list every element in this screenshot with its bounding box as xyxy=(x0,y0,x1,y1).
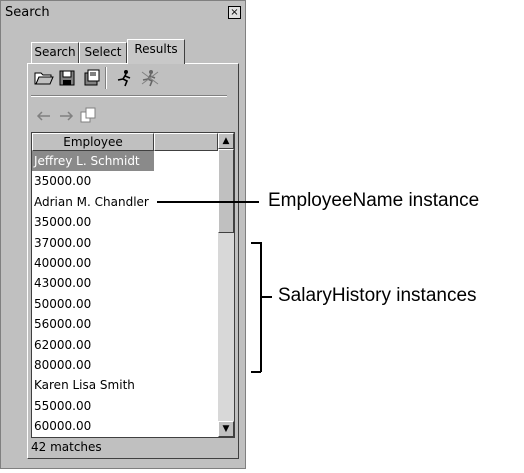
vertical-scrollbar[interactable]: ▲ ▼ xyxy=(218,133,234,437)
search-panel: Search × Search Select Results Employee … xyxy=(0,0,246,469)
list-item[interactable]: 37000.00 xyxy=(32,233,218,253)
list-item[interactable]: 43000.00 xyxy=(32,273,218,293)
window-title: Search xyxy=(5,5,50,20)
list-item[interactable]: 35000.00 xyxy=(32,171,218,191)
results-list[interactable]: Employee Jeffrey L. Schmidt 35000.00 Adria… xyxy=(31,132,235,438)
column-header-employee[interactable]: Employee xyxy=(32,133,154,151)
scroll-down-icon[interactable]: ▼ xyxy=(218,421,234,437)
list-item[interactable]: 60000.00 xyxy=(32,416,218,436)
scroll-thumb[interactable] xyxy=(218,149,234,233)
list-item[interactable]: 35000.00 xyxy=(32,212,218,232)
results-rows: Jeffrey L. Schmidt 35000.00 Adrian M. Chan… xyxy=(32,151,218,436)
match-count: 42 matches xyxy=(31,440,102,454)
list-item[interactable]: 62000.00 xyxy=(32,335,218,355)
tab-select[interactable]: Select xyxy=(79,42,127,63)
scroll-up-icon[interactable]: ▲ xyxy=(218,133,234,149)
list-item[interactable]: 56000.00 xyxy=(32,314,218,334)
salary-history-annotation: SalaryHistory instances xyxy=(278,285,477,306)
list-item[interactable]: Jeffrey L. Schmidt xyxy=(32,151,154,172)
list-item[interactable]: 55000.00 xyxy=(32,396,218,416)
forward-arrow-icon[interactable] xyxy=(55,105,77,127)
tab-search[interactable]: Search xyxy=(31,42,79,63)
column-header-empty[interactable] xyxy=(154,133,218,151)
bracket-bottom xyxy=(251,371,261,373)
bracket-pointer xyxy=(260,296,272,298)
copy-pages-icon[interactable] xyxy=(77,104,99,126)
list-item[interactable]: 40000.00 xyxy=(32,253,218,273)
list-item[interactable]: Karen Lisa Smith xyxy=(32,375,218,395)
employee-name-leader-line xyxy=(157,201,259,203)
list-item[interactable]: 50000.00 xyxy=(32,294,218,314)
run-icon[interactable] xyxy=(113,67,135,89)
toolbar-divider xyxy=(31,95,227,97)
toolbar-separator xyxy=(105,67,107,89)
tab-results[interactable]: Results xyxy=(127,39,185,64)
save-all-icon[interactable] xyxy=(81,67,103,89)
save-disk-icon[interactable] xyxy=(56,67,78,89)
close-icon[interactable]: × xyxy=(228,6,241,19)
bracket-vertical xyxy=(260,242,262,372)
open-folder-icon[interactable] xyxy=(33,67,55,89)
title-bar: Search × xyxy=(3,3,243,23)
employee-name-annotation: EmployeeName instance xyxy=(268,190,480,211)
list-item[interactable]: 80000.00 xyxy=(32,355,218,375)
back-arrow-icon[interactable] xyxy=(33,105,55,127)
run-all-icon[interactable] xyxy=(139,67,161,89)
